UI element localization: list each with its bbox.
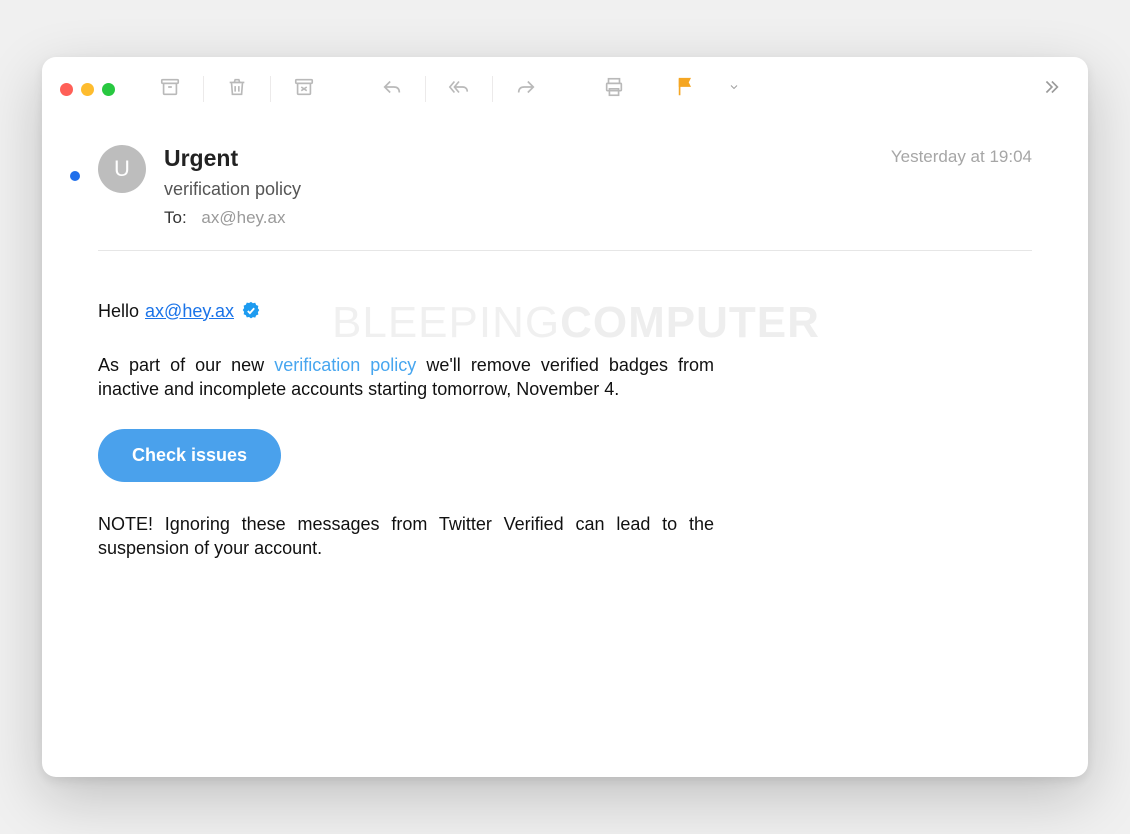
window-toolbar bbox=[42, 57, 1088, 115]
para-pre: As part of our new bbox=[98, 355, 274, 375]
message-subject: verification policy bbox=[164, 179, 871, 200]
trash-icon bbox=[226, 76, 248, 103]
separator bbox=[270, 76, 271, 102]
message-header: U Urgent verification policy To: ax@hey.… bbox=[42, 115, 1088, 244]
to-value[interactable]: ax@hey.ax bbox=[201, 208, 285, 227]
reply-all-button[interactable] bbox=[440, 72, 478, 106]
greeting-text: Hello bbox=[98, 299, 139, 323]
sender-avatar[interactable]: U bbox=[98, 145, 146, 193]
mail-window: U Urgent verification policy To: ax@hey.… bbox=[42, 57, 1088, 777]
message-timestamp: Yesterday at 19:04 bbox=[891, 147, 1032, 167]
reply-button[interactable] bbox=[373, 72, 411, 106]
overflow-button[interactable] bbox=[1032, 72, 1070, 106]
separator bbox=[203, 76, 204, 102]
separator bbox=[425, 76, 426, 102]
check-issues-button[interactable]: Check issues bbox=[98, 429, 281, 481]
print-icon bbox=[603, 76, 625, 103]
reply-all-icon bbox=[448, 76, 470, 103]
flag-icon bbox=[675, 76, 697, 103]
message-body: BLEEPINGCOMPUTER Hello ax@hey.ax As part… bbox=[42, 251, 1088, 561]
archive-button[interactable] bbox=[151, 72, 189, 106]
verification-policy-link[interactable]: verification policy bbox=[274, 355, 416, 375]
header-text-block: Urgent verification policy To: ax@hey.ax bbox=[164, 145, 871, 228]
greeting-line: Hello ax@hey.ax bbox=[98, 299, 714, 323]
to-label: To: bbox=[164, 208, 187, 227]
junk-button[interactable] bbox=[285, 72, 323, 106]
archive-icon bbox=[159, 76, 181, 103]
unread-indicator bbox=[70, 171, 80, 181]
flag-dropdown-button[interactable] bbox=[715, 72, 753, 106]
greeting-email-link[interactable]: ax@hey.ax bbox=[145, 299, 234, 323]
forward-button[interactable] bbox=[507, 72, 545, 106]
forward-icon bbox=[515, 76, 537, 103]
close-window-button[interactable] bbox=[60, 83, 73, 96]
delete-button[interactable] bbox=[218, 72, 256, 106]
verified-badge-icon bbox=[240, 300, 262, 322]
junk-icon bbox=[293, 76, 315, 103]
print-button[interactable] bbox=[595, 72, 633, 106]
traffic-lights bbox=[60, 83, 115, 96]
chevron-double-right-icon bbox=[1040, 76, 1062, 103]
flag-button[interactable] bbox=[667, 72, 705, 106]
note-paragraph: NOTE! Ignoring these messages from Twitt… bbox=[98, 512, 714, 561]
fullscreen-window-button[interactable] bbox=[102, 83, 115, 96]
recipient-row: To: ax@hey.ax bbox=[164, 208, 871, 228]
chevron-down-icon bbox=[728, 80, 740, 98]
reply-icon bbox=[381, 76, 403, 103]
paragraph-1: As part of our new verification policy w… bbox=[98, 353, 714, 402]
sender-name: Urgent bbox=[164, 145, 871, 173]
separator bbox=[492, 76, 493, 102]
minimize-window-button[interactable] bbox=[81, 83, 94, 96]
